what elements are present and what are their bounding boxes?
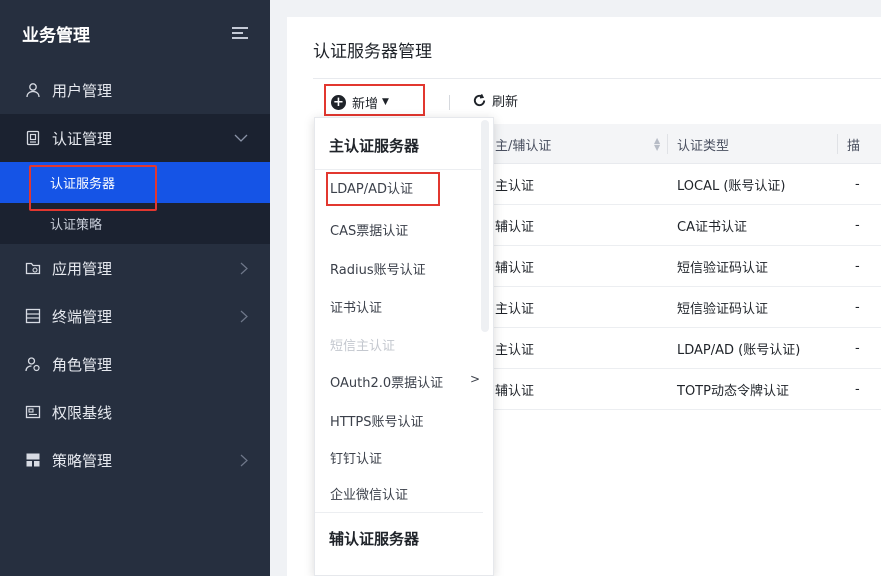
- refresh-icon: [473, 94, 486, 107]
- table-row[interactable]: 辅认证 TOTP动态令牌认证 -: [485, 369, 881, 410]
- column-header-role[interactable]: 主/辅认证: [495, 124, 551, 164]
- cell-type: 短信验证码认证: [677, 260, 769, 276]
- sidebar: 业务管理 用户管理 认证管理 认证服务器 认证策略 应用管理 终端管理 角色管理…: [0, 0, 270, 576]
- sort-icon[interactable]: ▲ ▼: [654, 137, 660, 152]
- sidebar-item-role[interactable]: 角色管理: [0, 340, 270, 388]
- cell-type: LDAP/AD (账号认证): [677, 342, 801, 358]
- dropdown-scrollbar[interactable]: [481, 120, 489, 332]
- divider: [313, 78, 881, 79]
- table-row[interactable]: 主认证 短信验证码认证 -: [485, 287, 881, 328]
- cell-type: CA证书认证: [677, 219, 747, 235]
- chevron-right-icon: [240, 436, 248, 484]
- dropdown-item-wecom[interactable]: 企业微信认证: [330, 484, 408, 503]
- cell-role: 辅认证: [495, 383, 535, 399]
- dropdown-group-secondary: 辅认证服务器: [329, 530, 420, 548]
- divider: [315, 169, 483, 170]
- highlight-box-ldap: [326, 172, 440, 206]
- cell-role: 辅认证: [495, 260, 535, 276]
- dropdown-item-cert[interactable]: 证书认证: [330, 297, 382, 316]
- cell-desc: -: [855, 176, 860, 192]
- sidebar-item-label: 权限基线: [52, 403, 113, 422]
- sidebar-subitem-label: 认证策略: [50, 218, 103, 233]
- cell-desc: -: [855, 299, 860, 315]
- sidebar-item-label: 认证管理: [52, 129, 113, 148]
- submenu-arrow-icon[interactable]: >: [470, 372, 480, 386]
- certificate-icon: [24, 129, 42, 147]
- cell-type: 短信验证码认证: [677, 301, 769, 317]
- column-header-desc[interactable]: 描: [847, 124, 860, 164]
- sidebar-header: 业务管理: [0, 0, 270, 66]
- permission-icon: [24, 403, 42, 421]
- dropdown-item-oauth2[interactable]: OAuth2.0票据认证: [330, 372, 443, 391]
- sidebar-title: 业务管理: [22, 25, 90, 46]
- table-row[interactable]: 主认证 LOCAL (账号认证) -: [485, 164, 881, 205]
- dropdown-item-radius[interactable]: Radius账号认证: [330, 259, 426, 278]
- sidebar-item-label: 策略管理: [52, 451, 113, 470]
- table-row[interactable]: 辅认证 短信验证码认证 -: [485, 246, 881, 287]
- policy-icon: [24, 451, 42, 469]
- column-header-type[interactable]: 认证类型: [677, 124, 729, 164]
- app-folder-icon: [24, 259, 42, 277]
- sidebar-item-label: 终端管理: [52, 307, 113, 326]
- sidebar-item-policy[interactable]: 策略管理: [0, 436, 270, 484]
- sidebar-item-label: 应用管理: [52, 259, 113, 278]
- sidebar-item-permission[interactable]: 权限基线: [0, 388, 270, 436]
- sidebar-item-auth[interactable]: 认证管理: [0, 114, 270, 162]
- cell-role: 主认证: [495, 342, 535, 358]
- dropdown-item-dingtalk[interactable]: 钉钉认证: [330, 448, 382, 467]
- sidebar-item-label: 用户管理: [52, 81, 113, 100]
- sidebar-item-app[interactable]: 应用管理: [0, 244, 270, 292]
- collapse-menu-icon[interactable]: [232, 26, 250, 40]
- cell-desc: -: [855, 217, 860, 233]
- cell-desc: -: [855, 340, 860, 356]
- cell-role: 辅认证: [495, 219, 535, 235]
- dropdown-group-primary: 主认证服务器: [329, 137, 420, 155]
- cell-role: 主认证: [495, 178, 535, 194]
- chevron-right-icon: [240, 292, 248, 340]
- dropdown-item-cas[interactable]: CAS票据认证: [330, 220, 408, 239]
- highlight-box-add: [324, 84, 425, 116]
- table-row[interactable]: 主认证 LDAP/AD (账号认证) -: [485, 328, 881, 369]
- table-row[interactable]: 辅认证 CA证书认证 -: [485, 205, 881, 246]
- table-header: 主/辅认证 ▲ ▼ 认证类型 描: [485, 124, 881, 164]
- divider: [315, 512, 483, 513]
- cell-type: LOCAL (账号认证): [677, 178, 786, 194]
- chevron-down-icon: [234, 114, 248, 162]
- highlight-box-auth-server: [29, 165, 157, 211]
- refresh-button[interactable]: 刷新: [472, 91, 518, 110]
- cell-desc: -: [855, 381, 860, 397]
- column-divider: [667, 134, 668, 154]
- cell-type: TOTP动态令牌认证: [677, 383, 789, 399]
- user-icon: [24, 81, 42, 99]
- chevron-right-icon: [240, 244, 248, 292]
- dropdown-item-https[interactable]: HTTPS账号认证: [330, 411, 424, 430]
- toolbar-divider: [449, 95, 450, 110]
- sidebar-item-terminal[interactable]: 终端管理: [0, 292, 270, 340]
- page-title: 认证服务器管理: [313, 42, 432, 62]
- dropdown-item-sms-primary: 短信主认证: [330, 339, 396, 354]
- column-divider: [837, 134, 838, 154]
- sidebar-item-label: 角色管理: [52, 355, 113, 374]
- refresh-button-label: 刷新: [492, 95, 519, 110]
- terminal-icon: [24, 307, 42, 325]
- cell-role: 主认证: [495, 301, 535, 317]
- sidebar-item-user[interactable]: 用户管理: [0, 66, 270, 114]
- role-icon: [24, 355, 42, 373]
- cell-desc: -: [855, 258, 860, 274]
